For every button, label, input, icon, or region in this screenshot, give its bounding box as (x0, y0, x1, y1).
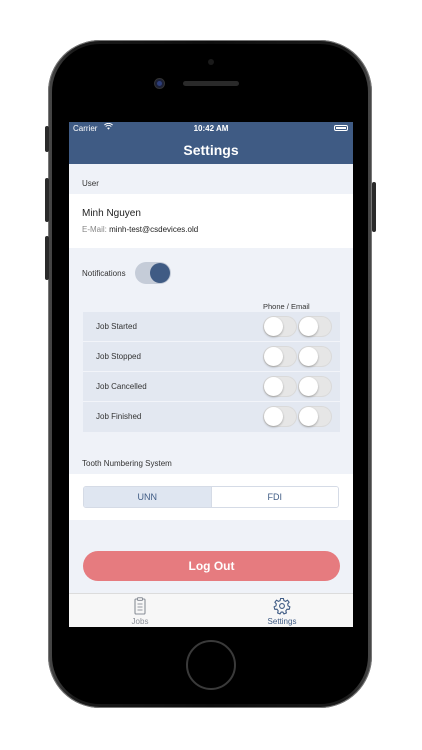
user-name: Minh Nguyen (82, 208, 141, 219)
job-row-cancelled: Job Cancelled (83, 372, 340, 402)
job-row-finished: Job Finished (83, 402, 340, 432)
status-time: 10:42 AM (193, 124, 229, 133)
job-row-label: Job Finished (96, 412, 142, 421)
switch-knob (299, 377, 318, 396)
job-cancelled-phone-switch[interactable] (263, 376, 297, 397)
user-section-label: User (82, 179, 99, 188)
battery-icon (334, 125, 348, 131)
tab-bar: Jobs Settings (69, 593, 353, 627)
job-notification-table: Job Started Job Stopped Job Cancelled Jo… (83, 312, 340, 432)
status-bar: Carrier 10:42 AM (69, 122, 353, 136)
notifications-label: Notifications (82, 269, 126, 278)
phone-email-column-header: Phone / Email (263, 302, 310, 311)
mute-switch (45, 126, 49, 152)
toggle-knob (150, 263, 170, 283)
job-started-email-switch[interactable] (298, 316, 332, 337)
segment-unn[interactable]: UNN (84, 487, 212, 507)
log-out-button[interactable]: Log Out (83, 551, 340, 581)
switch-knob (264, 317, 283, 336)
page-title: Settings (183, 142, 239, 158)
switch-knob (264, 407, 283, 426)
email-label: E-Mail: (82, 225, 107, 234)
proximity-sensor (208, 59, 214, 65)
tab-jobs[interactable]: Jobs (69, 594, 211, 627)
job-row-label: Job Started (96, 322, 137, 331)
tooth-numbering-segmented-control: UNN FDI (83, 486, 339, 508)
front-camera (155, 79, 164, 88)
job-row-stopped: Job Stopped (83, 342, 340, 372)
tab-jobs-label: Jobs (131, 617, 149, 626)
tab-settings[interactable]: Settings (211, 594, 353, 627)
app-screen: Carrier 10:42 AM Settings User Minh Nguy… (69, 122, 353, 627)
clipboard-icon (130, 597, 150, 615)
volume-up-button (45, 178, 49, 222)
volume-down-button (45, 236, 49, 280)
job-cancelled-email-switch[interactable] (298, 376, 332, 397)
notifications-toggle[interactable] (135, 262, 171, 284)
job-stopped-email-switch[interactable] (298, 346, 332, 367)
tab-settings-label: Settings (267, 617, 297, 626)
earpiece-speaker (183, 81, 239, 86)
power-button (372, 182, 376, 232)
switch-knob (299, 347, 318, 366)
switch-knob (264, 347, 283, 366)
job-stopped-phone-switch[interactable] (263, 346, 297, 367)
job-started-phone-switch[interactable] (263, 316, 297, 337)
segment-fdi[interactable]: FDI (211, 487, 338, 507)
switch-knob (264, 377, 283, 396)
gear-icon (272, 597, 292, 615)
switch-knob (299, 317, 318, 336)
tooth-numbering-label: Tooth Numbering System (82, 459, 172, 468)
job-finished-phone-switch[interactable] (263, 406, 297, 427)
job-row-label: Job Cancelled (96, 382, 147, 391)
job-row-label: Job Stopped (96, 352, 141, 361)
email-value: minh-test@csdevices.old (109, 225, 199, 234)
navigation-header: Carrier 10:42 AM Settings (69, 122, 353, 164)
user-card: Minh Nguyen E-Mail: minh-test@csdevices.… (69, 194, 353, 248)
job-finished-email-switch[interactable] (298, 406, 332, 427)
home-button[interactable] (186, 640, 236, 690)
email-row: E-Mail: minh-test@csdevices.old (82, 225, 198, 234)
switch-knob (299, 407, 318, 426)
job-row-started: Job Started (83, 312, 340, 342)
